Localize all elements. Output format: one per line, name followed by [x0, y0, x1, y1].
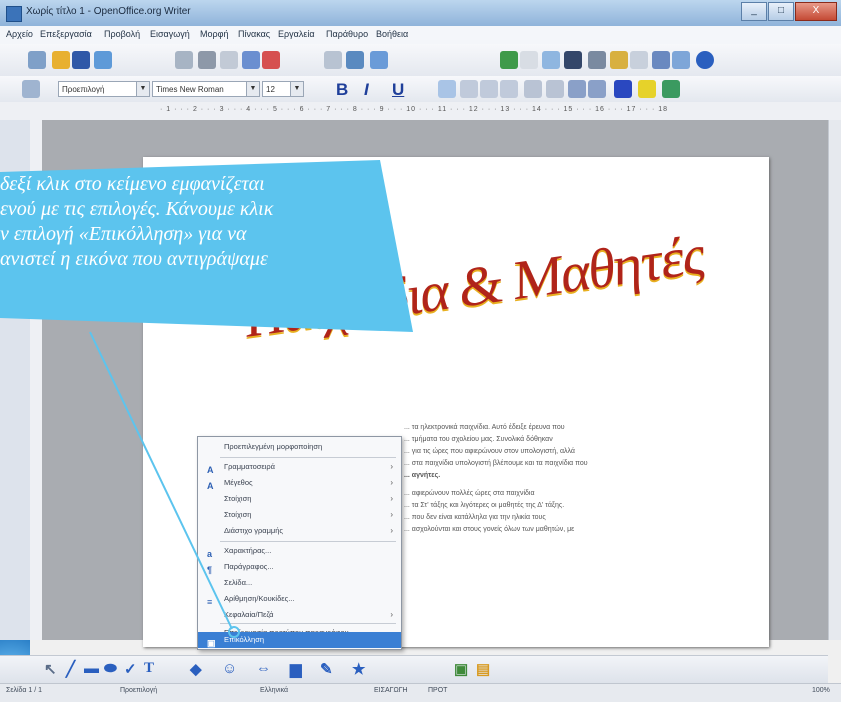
callout-line-text: δεξί κλικ στο κείμενο εμφανίζεται: [0, 173, 265, 195]
callout-line: [89, 331, 233, 630]
flowchart-icon[interactable]: ▆: [290, 660, 302, 678]
status-page: Σελίδα 1 / 1: [6, 687, 43, 694]
status-language[interactable]: Ελληνικά: [260, 687, 288, 694]
block-arrows-icon[interactable]: ⇔: [256, 660, 271, 677]
callout-line-text: ν επιλογή «Επικόλληση» για να: [0, 223, 247, 245]
callout-line-text: ανιστεί η εικόνα που αντιγράψαμε: [0, 248, 268, 270]
status-bar: Σελίδα 1 / 1 Προεπιλογή Ελληνικά ΕΙΣΑΓΩΓ…: [0, 683, 841, 702]
status-zoom[interactable]: 100%: [812, 687, 830, 694]
stars-icon[interactable]: ★: [352, 660, 365, 678]
callouts-icon[interactable]: ✎: [320, 660, 333, 678]
status-selection-mode[interactable]: ΠΡΟΤ: [428, 687, 447, 694]
basic-shapes-icon[interactable]: ◆: [190, 660, 202, 678]
text-icon[interactable]: T: [144, 660, 154, 677]
freeform-icon[interactable]: ✓: [124, 660, 137, 678]
symbol-shapes-icon[interactable]: ☺: [222, 660, 237, 677]
status-page-style[interactable]: Προεπιλογή: [120, 687, 157, 694]
rectangle-icon[interactable]: ▬: [84, 660, 99, 677]
fontwork-icon[interactable]: ▣: [454, 660, 468, 678]
callout-target-ring: [228, 626, 240, 638]
callout-text: δεξί κλικ στο κείμενο εμφανίζεται ενού μ…: [0, 172, 410, 272]
status-insert-mode[interactable]: ΕΙΣΑΓΩΓΗ: [374, 687, 408, 694]
select-arrow-icon[interactable]: ↖: [44, 660, 57, 678]
ellipse-icon[interactable]: ⬬: [104, 660, 117, 677]
callout-pointer: [89, 331, 240, 638]
from-file-icon[interactable]: ▤: [476, 660, 490, 678]
line-icon[interactable]: ╱: [66, 660, 75, 678]
callout-line-text: ενού με τις επιλογές. Κάνουμε κλικ: [0, 198, 274, 220]
